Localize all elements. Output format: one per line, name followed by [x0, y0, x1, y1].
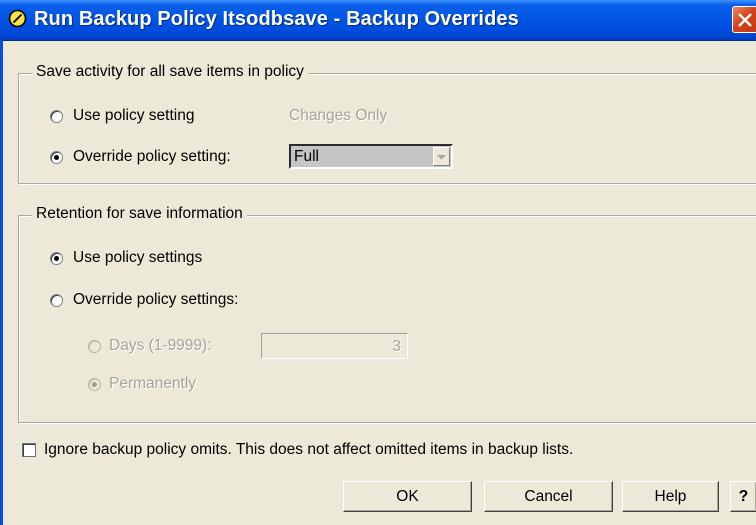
window-title: Run Backup Policy Itsodbsave - Backup Ov… — [34, 8, 519, 30]
clock-icon — [8, 9, 27, 28]
chevron-down-icon — [437, 155, 446, 160]
save-activity-dropdown[interactable]: Full — [289, 144, 453, 169]
use-policy-settings-radio[interactable] — [50, 252, 63, 265]
save-activity-legend: Save activity for all save items in poli… — [32, 63, 308, 81]
close-icon — [738, 13, 752, 27]
override-policy-settings-radio[interactable] — [50, 294, 63, 307]
use-policy-settings-label[interactable]: Use policy settings — [73, 249, 202, 267]
help-button[interactable]: Help — [622, 481, 719, 512]
window-border — [0, 40, 3, 525]
use-policy-setting-label[interactable]: Use policy setting — [73, 107, 194, 125]
ok-button-label: OK — [396, 488, 419, 505]
cancel-button-label: Cancel — [524, 488, 573, 505]
close-button[interactable] — [732, 6, 756, 33]
permanently-radio[interactable] — [88, 378, 101, 391]
retention-legend: Retention for save information — [32, 205, 247, 223]
ok-button[interactable]: OK — [343, 481, 472, 512]
days-label: Days (1-9999): — [109, 337, 212, 354]
cancel-button[interactable]: Cancel — [484, 481, 613, 512]
use-policy-setting-radio[interactable] — [50, 110, 63, 123]
days-input[interactable]: 3 — [261, 333, 408, 359]
policy-value-text: Changes Only — [289, 107, 388, 124]
help-button-label: Help — [654, 488, 687, 505]
dropdown-button[interactable] — [433, 147, 450, 166]
days-radio[interactable] — [88, 340, 101, 353]
override-policy-settings-label[interactable]: Override policy settings: — [73, 291, 238, 309]
whats-this-label: ? — [738, 488, 749, 505]
save-activity-dropdown-value: Full — [294, 148, 319, 165]
override-policy-setting-radio[interactable] — [50, 151, 63, 164]
ignore-omits-checkbox[interactable] — [22, 443, 36, 457]
override-policy-setting-label[interactable]: Override policy setting: — [73, 148, 231, 166]
ignore-omits-label[interactable]: Ignore backup policy omits. This does no… — [44, 441, 573, 459]
days-input-value: 3 — [392, 338, 401, 355]
permanently-label: Permanently — [109, 375, 197, 392]
whats-this-button[interactable]: ? — [730, 481, 756, 512]
